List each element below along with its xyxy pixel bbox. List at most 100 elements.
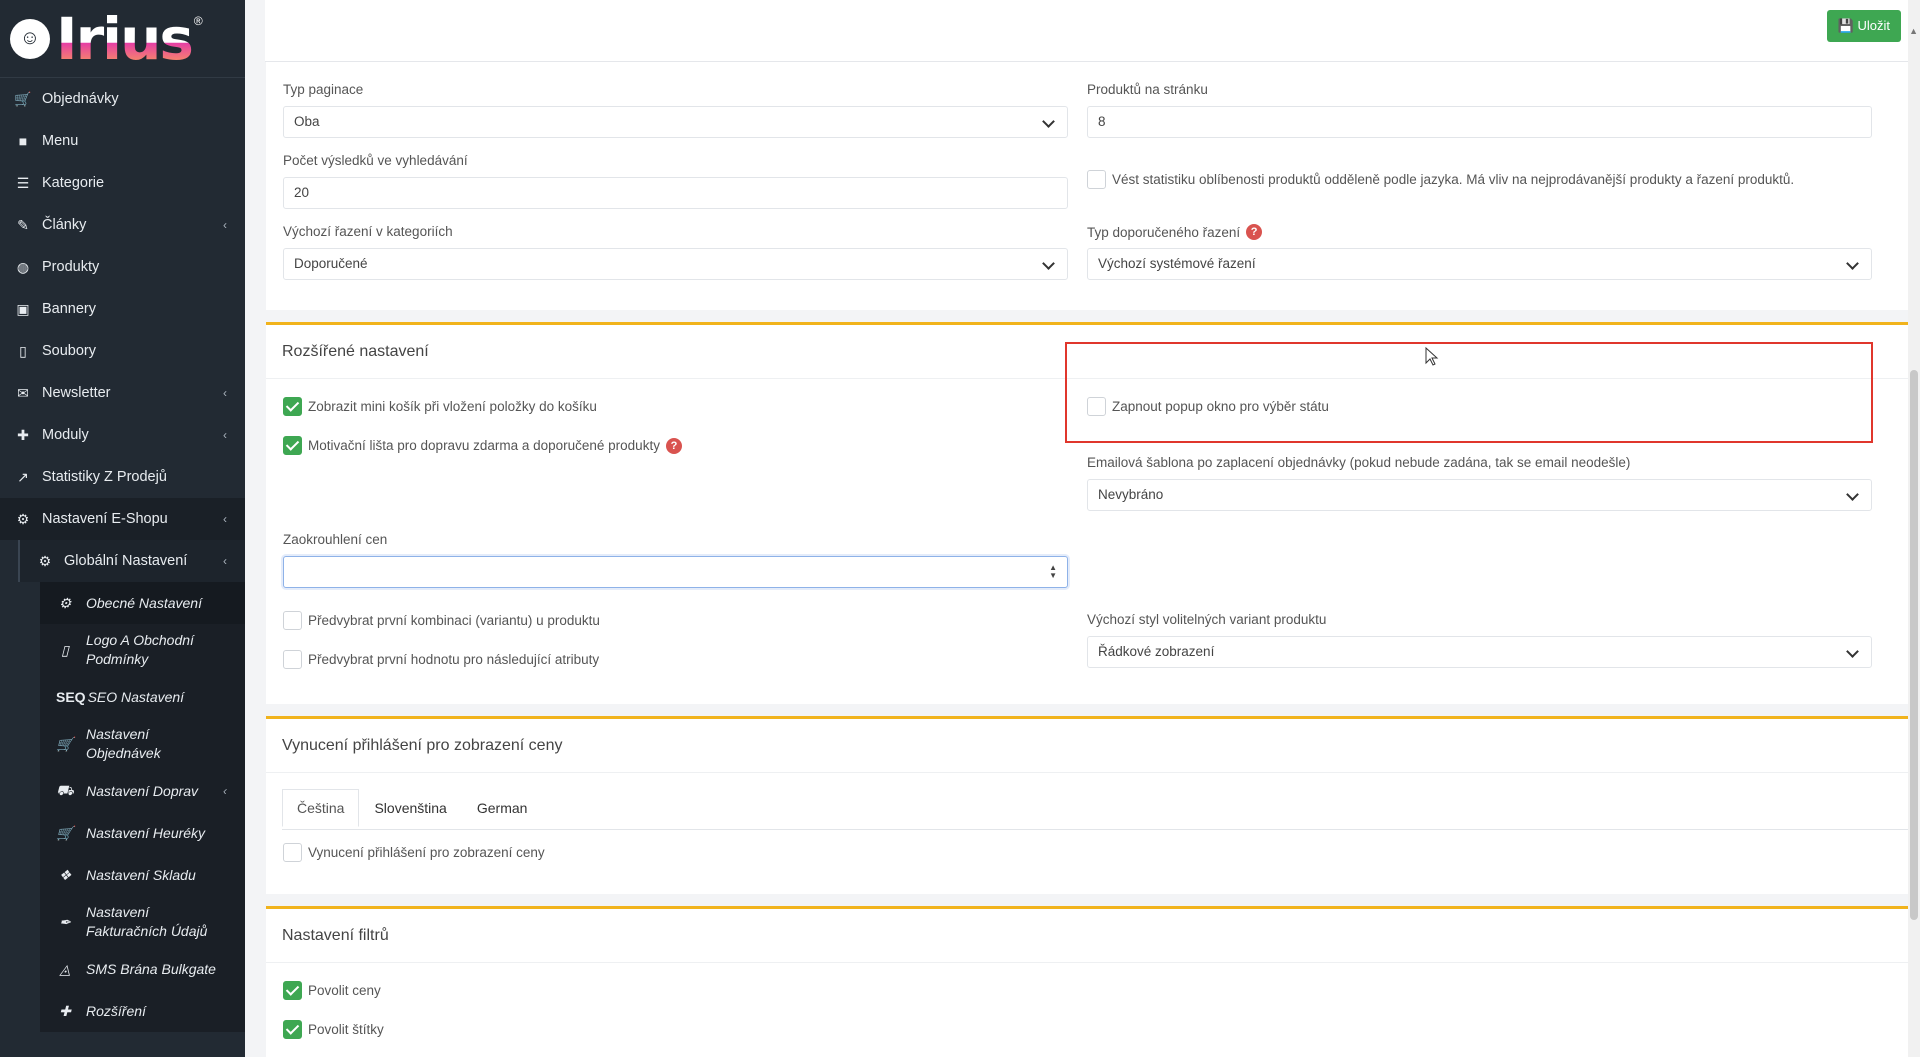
mouse-cursor-icon bbox=[1425, 347, 1439, 366]
sidebar-item-nastaveni-eshopu[interactable]: ⚙ Nastavení E-Shopu ‹ bbox=[0, 498, 245, 540]
puzzle-icon: ✚ bbox=[59, 1002, 71, 1019]
sidebar-item-fakturacnich[interactable]: ✒ Nastavení Fakturačních Údajů bbox=[40, 896, 245, 948]
sidebar-item-moduly[interactable]: ✚ Moduly ‹ bbox=[0, 414, 245, 456]
puzzle-icon: ✚ bbox=[17, 426, 29, 443]
sidebar-item-sms[interactable]: ◬ SMS Brána Bulkgate bbox=[40, 948, 245, 990]
logo-text: Irius bbox=[56, 4, 194, 73]
scrollbar-thumb[interactable] bbox=[1910, 370, 1918, 920]
login-force-row[interactable]: Vynucení přihlášení pro zobrazení ceny bbox=[283, 843, 545, 862]
floppy-icon: 💾 bbox=[1837, 18, 1858, 33]
motivacni-row[interactable]: Motivační lišta pro dopravu zdarma a dop… bbox=[283, 436, 682, 455]
sidebar-item-statistiky[interactable]: ↗ Statistiky Z Prodejů bbox=[0, 456, 245, 498]
mini-kosik-row[interactable]: Zobrazit mini košík při vložení položky … bbox=[283, 397, 597, 416]
help-icon[interactable]: ? bbox=[1246, 224, 1263, 240]
motivacni-checkbox[interactable] bbox=[283, 436, 302, 455]
cart-icon: 🛒 bbox=[56, 735, 74, 752]
styl-label: Výchozí styl volitelných variant produkt… bbox=[1087, 612, 1327, 627]
predvybrat-hodnotu-checkbox[interactable] bbox=[283, 650, 302, 669]
sidebar: ☺ Irius ® 🛒 Objednávky ■ Menu ☰ Kategorie ✎… bbox=[0, 0, 245, 1057]
tab-cestina[interactable]: Čeština bbox=[282, 789, 360, 827]
povolit-ceny-checkbox[interactable] bbox=[283, 981, 302, 1000]
sidebar-item-seo[interactable]: SEQ SEO Nastavení bbox=[40, 676, 245, 718]
scroll-up-icon[interactable]: ▲ bbox=[1909, 26, 1918, 36]
filters-title: Nastavení filtrů bbox=[266, 909, 1920, 963]
sidebar-item-menu[interactable]: ■ Menu bbox=[0, 120, 245, 162]
sidebar-item-heureky[interactable]: 🛒 Nastavení Heuréky bbox=[40, 812, 245, 854]
main-nav: 🛒 Objednávky ■ Menu ☰ Kategorie ✎ Články ‹ ◍ P… bbox=[0, 78, 245, 1032]
sidebar-item-rozsireni[interactable]: ✚ Rozšíření bbox=[40, 990, 245, 1032]
chevron-left-icon: ‹ bbox=[223, 428, 227, 442]
help-icon[interactable]: ? bbox=[665, 437, 682, 454]
tab-divider bbox=[282, 829, 1914, 830]
sidebar-item-skladu[interactable]: ❖ Nastavení Skladu bbox=[40, 854, 245, 896]
typ-dop-select[interactable]: Výchozí systémové řazení bbox=[1087, 248, 1872, 280]
pocet-label: Počet výsledků ve vyhledávání bbox=[283, 153, 468, 168]
cart-icon: 🛒 bbox=[14, 90, 32, 107]
zaokrouhleni-label: Zaokrouhlení cen bbox=[283, 532, 388, 547]
email-label: Emailová šablona po zaplacení objednávky… bbox=[1087, 455, 1631, 470]
predvybrat-kombinaci-checkbox[interactable] bbox=[283, 611, 302, 630]
vertical-scrollbar[interactable]: ▲ bbox=[1908, 0, 1920, 1057]
language-tabs: Čeština Slovenština German bbox=[282, 789, 542, 827]
mini-kosik-checkbox[interactable] bbox=[283, 397, 302, 416]
chevron-left-icon: ‹ bbox=[223, 554, 227, 568]
brand-logo[interactable]: ☺ Irius ® bbox=[0, 0, 245, 78]
sidebar-item-newsletter[interactable]: ✉ Newsletter ‹ bbox=[0, 372, 245, 414]
highlight-box bbox=[1065, 342, 1873, 443]
povolit-ceny-row[interactable]: Povolit ceny bbox=[283, 981, 381, 1000]
sidebar-item-obecne-nastaveni[interactable]: ⚙ Obecné Nastavení bbox=[40, 582, 245, 624]
stepper-icon[interactable]: ▲ ▼ bbox=[1049, 564, 1057, 580]
typ-paginace-select[interactable]: Oba bbox=[283, 106, 1068, 138]
chevron-left-icon: ‹ bbox=[223, 512, 227, 526]
tab-german[interactable]: German bbox=[462, 789, 543, 827]
astronaut-logo-icon: ☺ bbox=[10, 18, 50, 59]
povolit-stitky-row[interactable]: Povolit štítky bbox=[283, 1020, 384, 1039]
list-icon: ☰ bbox=[16, 174, 30, 191]
dropbox-icon: ❖ bbox=[58, 866, 72, 883]
cart-icon: 🛒 bbox=[56, 824, 74, 841]
pencil-icon: ✎ bbox=[17, 216, 29, 233]
produktu-label: Produktů na stránku bbox=[1087, 82, 1208, 97]
seo-icon: SEQ bbox=[56, 689, 86, 705]
cogs-icon: ⚙ bbox=[16, 510, 30, 527]
razeni-select[interactable]: Doporučené bbox=[283, 248, 1068, 280]
razeni-label: Výchozí řazení v kategoriích bbox=[283, 224, 453, 239]
sidebar-item-objednavky[interactable]: 🛒 Objednávky bbox=[0, 78, 245, 120]
general-settings-card: Typ paginace Oba Produktů na stránku 8 P… bbox=[266, 62, 1920, 310]
chevron-left-icon: ‹ bbox=[223, 218, 227, 232]
popup-row[interactable]: Zapnout popup okno pro výběr státu bbox=[1087, 397, 1329, 416]
predvybrat-kombinaci-row[interactable]: Předvybrat první kombinaci (variantu) u … bbox=[283, 611, 600, 630]
sidebar-item-globalni-nastaveni[interactable]: ⚙ Globální Nastavení ‹ bbox=[18, 540, 245, 582]
typ-dop-label: Typ doporučeného řazení? bbox=[1087, 224, 1263, 240]
wifi-icon: ◬ bbox=[59, 960, 71, 977]
povolit-stitky-checkbox[interactable] bbox=[283, 1020, 302, 1039]
popup-checkbox[interactable] bbox=[1087, 397, 1106, 416]
sidebar-item-bannery[interactable]: ▣ Bannery bbox=[0, 288, 245, 330]
login-price-card: Vynucení přihlášení pro zobrazení ceny Č… bbox=[266, 716, 1920, 894]
basketball-icon: ◍ bbox=[16, 258, 30, 275]
statistika-checkbox[interactable] bbox=[1087, 170, 1106, 189]
sidebar-item-produkty[interactable]: ◍ Produkty bbox=[0, 246, 245, 288]
zaokrouhleni-input[interactable]: ▲ ▼ bbox=[283, 556, 1068, 588]
save-button[interactable]: 💾 Uložit bbox=[1826, 10, 1901, 42]
styl-select[interactable]: Řádkové zobrazení bbox=[1087, 636, 1872, 668]
mail-icon: ✉ bbox=[17, 384, 29, 401]
sidebar-item-soubory[interactable]: ▯ Soubory bbox=[0, 330, 245, 372]
email-select[interactable]: Nevybráno bbox=[1087, 479, 1872, 511]
produktu-input[interactable]: 8 bbox=[1087, 106, 1872, 138]
sidebar-item-clanky[interactable]: ✎ Články ‹ bbox=[0, 204, 245, 246]
sidebar-item-kategorie[interactable]: ☰ Kategorie bbox=[0, 162, 245, 204]
typ-paginace-label: Typ paginace bbox=[283, 82, 364, 97]
sidebar-item-objednavek[interactable]: 🛒 Nastavení Objednávek bbox=[40, 718, 245, 770]
tab-slovenstina[interactable]: Slovenština bbox=[359, 789, 461, 827]
pocet-input[interactable]: 20 bbox=[283, 177, 1068, 209]
login-force-checkbox[interactable] bbox=[283, 843, 302, 862]
sidebar-item-logo-podminky[interactable]: ▯ Logo A Obchodní Podmínky bbox=[40, 624, 245, 676]
sidebar-item-doprav[interactable]: ⛟ Nastavení Doprav ‹ bbox=[40, 770, 245, 812]
predvybrat-hodnotu-row[interactable]: Předvybrat první hodnotu pro následující… bbox=[283, 650, 599, 669]
gear-icon: ⚙ bbox=[38, 552, 52, 569]
statistika-row[interactable]: Vést statistiku oblíbenosti produktů odd… bbox=[1087, 170, 1794, 189]
top-toolbar: 💾 Uložit bbox=[265, 0, 1920, 62]
feather-icon: ✒ bbox=[59, 913, 71, 930]
main-content: 💾 Uložit Typ paginace Oba Produktů na st… bbox=[245, 0, 1920, 1057]
